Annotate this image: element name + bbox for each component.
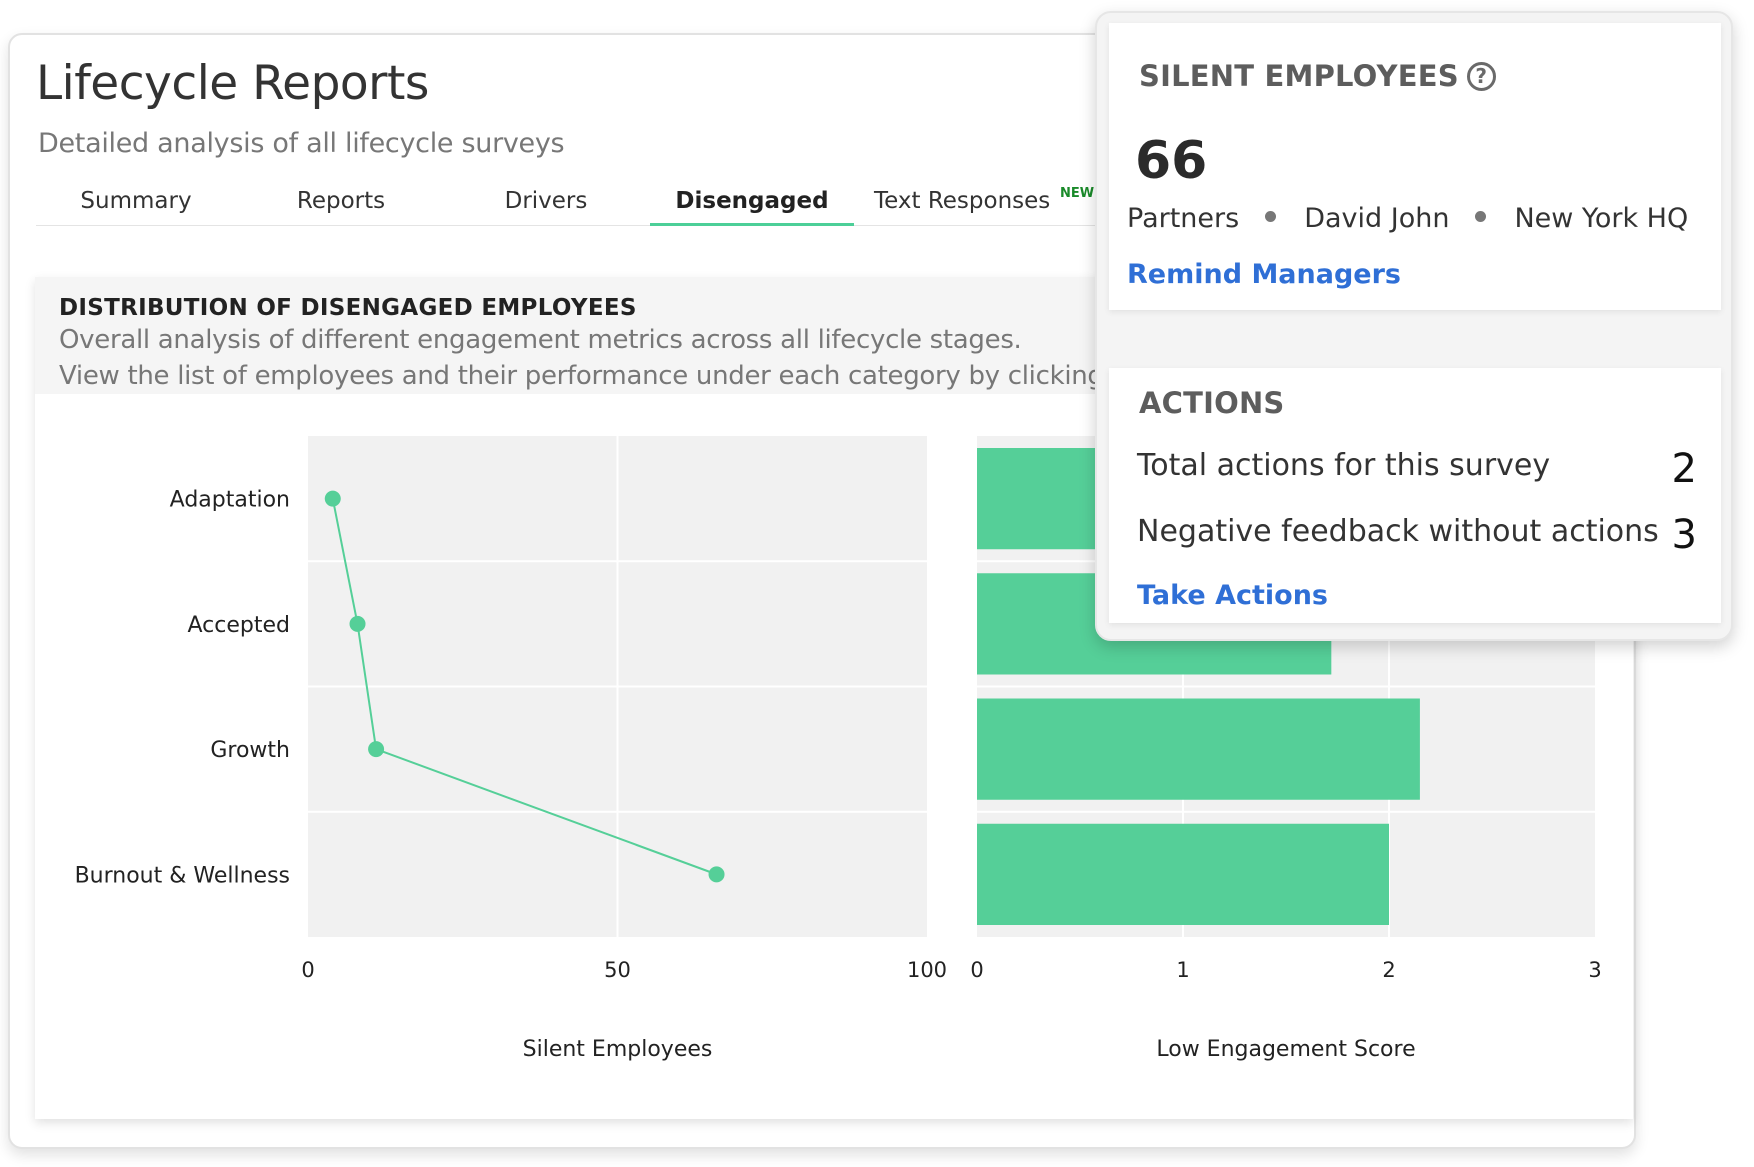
low-engagement-tick-label: 3 bbox=[1588, 958, 1601, 982]
silent-employees-point bbox=[368, 741, 385, 758]
low-engagement-tick-label: 1 bbox=[1176, 958, 1189, 982]
silent-employees-chart: 0 50 100 Silent Employees Adaptation Accepted… bbox=[75, 436, 947, 1062]
action-row-total: Total actions for this survey 2 bbox=[1137, 446, 1697, 492]
category-label: Growth bbox=[210, 738, 290, 763]
action-row-negative-feedback: Negative feedback without actions 3 bbox=[1137, 512, 1697, 558]
silent-employees-heading: SILENT EMPLOYEES? bbox=[1139, 59, 1496, 93]
action-row-value: 3 bbox=[1671, 512, 1697, 558]
category-label: Burnout & Wellness bbox=[75, 863, 290, 888]
low-engagement-axis-title: Low Engagement Score bbox=[1156, 1037, 1415, 1062]
silent-employees-tick-label: 0 bbox=[301, 958, 314, 982]
category-label: Adaptation bbox=[170, 488, 290, 513]
remind-managers-link[interactable]: Remind Managers bbox=[1127, 259, 1401, 290]
action-row-label: Negative feedback without actions bbox=[1137, 514, 1659, 549]
actions-heading: ACTIONS bbox=[1139, 386, 1285, 420]
action-row-value: 2 bbox=[1671, 446, 1697, 492]
silent-employees-axis-title: Silent Employees bbox=[523, 1037, 713, 1062]
silent-employees-point bbox=[324, 490, 341, 507]
silent-employees-tick-label: 100 bbox=[907, 958, 947, 982]
dot-separator-icon bbox=[1475, 211, 1487, 222]
silent-employees-tick-label: 50 bbox=[604, 958, 631, 982]
low-engagement-bar bbox=[977, 823, 1389, 925]
silent-employees-count: 66 bbox=[1135, 131, 1208, 191]
silent-employees-card: SILENT EMPLOYEES? 66 Partners David John N… bbox=[1109, 23, 1721, 310]
low-engagement-bar bbox=[977, 698, 1420, 800]
low-engagement-tick-label: 0 bbox=[970, 958, 983, 982]
heading-text: SILENT EMPLOYEES bbox=[1139, 59, 1459, 93]
details-popover: SILENT EMPLOYEES? 66 Partners David John N… bbox=[1095, 11, 1733, 641]
meta-location: New York HQ bbox=[1514, 203, 1689, 234]
meta-manager: David John bbox=[1304, 203, 1450, 234]
action-row-label: Total actions for this survey bbox=[1137, 448, 1551, 483]
silent-employees-meta: Partners David John New York HQ bbox=[1127, 203, 1688, 234]
silent-employees-point bbox=[708, 866, 725, 883]
take-actions-link[interactable]: Take Actions bbox=[1137, 580, 1328, 611]
help-icon[interactable]: ? bbox=[1466, 62, 1496, 91]
actions-card: ACTIONS Total actions for this survey 2 … bbox=[1109, 368, 1721, 623]
dot-separator-icon bbox=[1265, 211, 1277, 222]
meta-department: Partners bbox=[1127, 203, 1240, 234]
low-engagement-tick-label: 2 bbox=[1382, 958, 1395, 982]
category-label: Accepted bbox=[188, 613, 290, 638]
silent-employees-point bbox=[349, 615, 366, 632]
